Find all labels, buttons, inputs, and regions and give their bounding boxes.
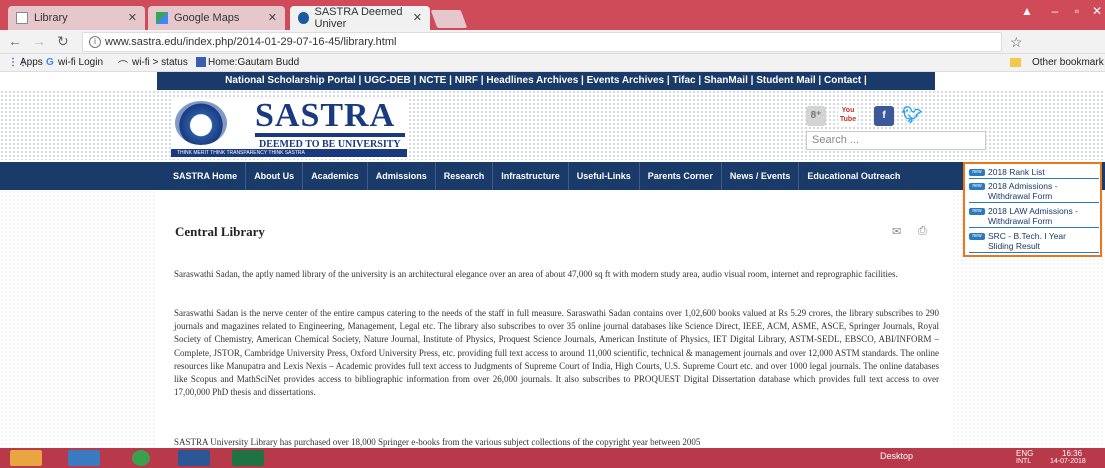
news-box: new 2018 Rank List new 2018 Admissions - W… — [963, 162, 1102, 257]
bookmark-wifi-status[interactable]: wi-fi > status — [132, 57, 188, 68]
screen: Library ✕ Google Maps ✕ SASTRA Deemed Un… — [0, 0, 1105, 468]
nav-parents-corner[interactable]: Parents Corner — [640, 162, 722, 190]
tab-library[interactable]: Library ✕ — [8, 6, 145, 30]
google-icon: G — [46, 57, 54, 68]
back-icon[interactable]: ← — [8, 33, 22, 49]
facebook-icon[interactable]: f — [874, 106, 894, 126]
address-bar: ← → ↻ i www.sastra.edu/index.php/2014-01… — [0, 30, 1105, 54]
article-paragraph: Saraswathi Sadan, the aptly named librar… — [174, 269, 898, 279]
chrome-icon[interactable] — [132, 450, 150, 466]
close-icon[interactable]: ✕ — [268, 11, 277, 24]
search-input[interactable]: Search ... — [806, 131, 986, 150]
nav-about-us[interactable]: About Us — [246, 162, 304, 190]
nav-news-events[interactable]: News / Events — [722, 162, 800, 190]
language-sub: INTL — [1016, 458, 1032, 465]
nav-sastra-home[interactable]: SASTRA Home — [165, 162, 247, 190]
file-explorer-icon[interactable] — [10, 450, 42, 466]
logo-tagline: THINK MERIT THINK TRANSPARENCY THINK SAS… — [171, 149, 407, 157]
excel-icon[interactable] — [232, 450, 264, 466]
logo-strip — [255, 133, 405, 137]
news-item[interactable]: new 2018 LAW Admissions - Withdrawal Form — [969, 206, 1099, 228]
other-bookmarks[interactable]: Other bookmark — [1032, 57, 1104, 68]
nav-educational-outreach[interactable]: Educational Outreach — [799, 162, 908, 190]
url-input[interactable]: i www.sastra.edu/index.php/2014-01-29-07… — [82, 32, 1002, 52]
article-paragraph: Saraswathi Sadan is the nerve center of … — [174, 308, 939, 398]
bookmark-wifi-login[interactable]: wi-fi Login — [58, 57, 103, 68]
close-window-icon[interactable]: ✕ — [1082, 0, 1105, 22]
bookmark-apps[interactable]: Apps — [20, 57, 43, 68]
new-tab-button[interactable] — [430, 10, 468, 28]
new-badge: new — [969, 183, 985, 190]
bookmark-star-icon[interactable]: ☆ — [1010, 34, 1023, 51]
page-icon — [16, 12, 28, 24]
tab-google-maps[interactable]: Google Maps ✕ — [148, 6, 285, 30]
close-icon[interactable]: ✕ — [128, 11, 137, 24]
reload-icon[interactable]: ↻ — [57, 33, 69, 50]
tab-label: Library — [34, 12, 68, 24]
news-item[interactable]: new 2018 Rank List — [969, 167, 1099, 179]
top-links-bar[interactable]: National Scholarship Portal | UGC-DEB | … — [157, 72, 935, 90]
news-item[interactable]: new 2018 Admissions - Withdrawal Form — [969, 181, 1099, 203]
user-icon[interactable]: ▲ — [1012, 0, 1042, 22]
maps-icon — [156, 12, 168, 24]
news-item-text: 2018 Admissions - Withdrawal Form — [988, 181, 1058, 201]
news-item-text: 2018 Rank List — [988, 167, 1045, 177]
tab-sastra[interactable]: SASTRA Deemed Univer ✕ — [290, 6, 430, 30]
nav-admissions[interactable]: Admissions — [368, 162, 436, 190]
nav-research[interactable]: Research — [436, 162, 494, 190]
youtube-icon[interactable]: You Tube — [838, 106, 858, 126]
url-text: www.sastra.edu/index.php/2014-01-29-07-1… — [105, 36, 397, 48]
desktop-label[interactable]: Desktop — [880, 451, 913, 461]
sastra-logo[interactable]: SASTRA DEEMED TO BE UNIVERSITY THINK MER… — [171, 97, 407, 157]
close-icon[interactable]: ✕ — [413, 11, 422, 24]
page-title: Central Library — [175, 224, 265, 239]
main-nav: SASTRA Home About Us Academics Admission… — [0, 162, 1105, 190]
logo-name: SASTRA — [255, 97, 396, 134]
google-plus-icon[interactable]: 8⁺ — [806, 106, 826, 126]
email-icon[interactable]: ✉ — [892, 225, 901, 238]
tab-label: SASTRA Deemed Univer — [314, 6, 403, 30]
forward-icon[interactable]: → — [32, 33, 46, 49]
tab-label: Google Maps — [174, 12, 240, 24]
news-item[interactable]: new SRC - B.Tech. I Year Sliding Result — [969, 231, 1099, 253]
word-icon[interactable] — [178, 450, 210, 466]
browser-tab-strip: Library ✕ Google Maps ✕ SASTRA Deemed Un… — [0, 0, 1105, 30]
twitter-icon[interactable]: 🐦︎ — [902, 106, 922, 126]
clock-date: 14-07-2018 — [1050, 458, 1086, 465]
seal-icon — [175, 101, 227, 145]
print-icon[interactable]: ⎙ — [918, 225, 927, 238]
sastra-favicon-icon — [298, 12, 309, 24]
language-indicator[interactable]: ENG — [1016, 449, 1033, 458]
nav-useful-links[interactable]: Useful-Links — [569, 162, 640, 190]
new-badge: new — [969, 169, 985, 176]
info-icon[interactable]: i — [89, 36, 101, 48]
taskbar: Desktop ENG INTL 16:36 14-07-2018 — [0, 448, 1105, 468]
wifi-icon: ⌒ — [118, 61, 128, 72]
new-badge: new — [969, 208, 985, 215]
skype-icon[interactable] — [68, 450, 100, 466]
bookmark-home[interactable]: Home:Gautam Budd — [208, 57, 299, 68]
clock-time[interactable]: 16:36 — [1062, 449, 1082, 458]
nav-infrastructure[interactable]: Infrastructure — [493, 162, 569, 190]
new-badge: new — [969, 233, 985, 240]
news-item-text: SRC - B.Tech. I Year Sliding Result — [988, 231, 1066, 251]
folder-icon — [1010, 58, 1021, 67]
home-bookmark-icon — [196, 57, 206, 67]
bookmarks-bar: ⋮⋮ Apps G wi-fi Login ⌒ wi-fi > status H… — [0, 54, 1105, 72]
nav-academics[interactable]: Academics — [303, 162, 368, 190]
news-item-text: 2018 LAW Admissions - Withdrawal Form — [988, 206, 1078, 226]
